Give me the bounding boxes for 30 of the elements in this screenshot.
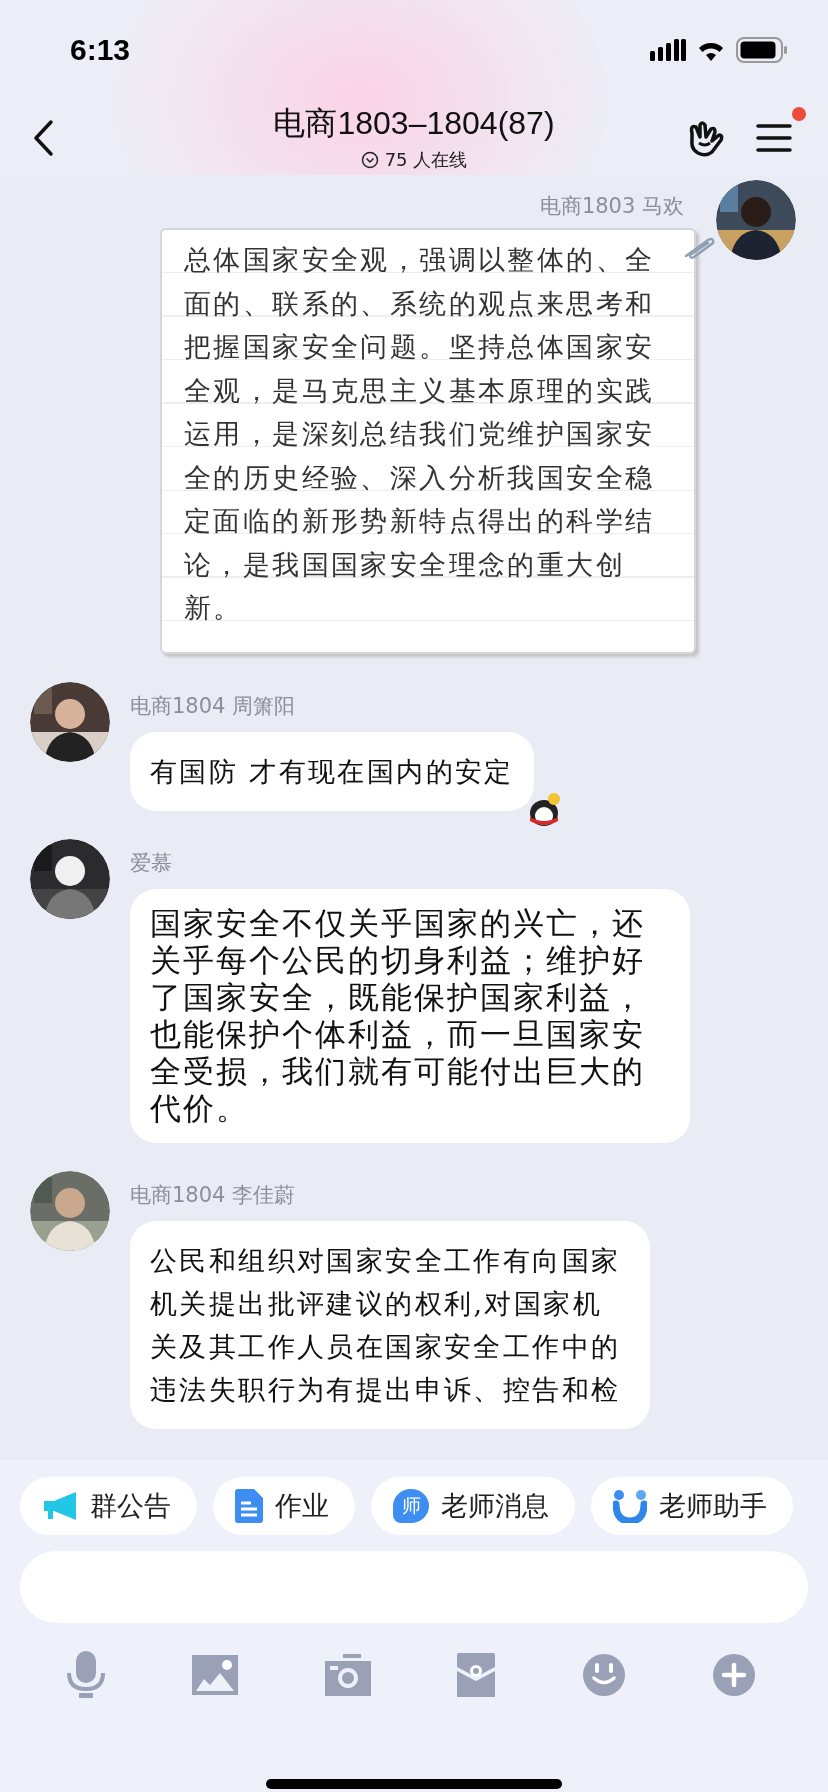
image-icon[interactable] [192,1655,239,1695]
smile-face-icon [613,1489,647,1523]
online-count: 75 人在线 [384,148,468,172]
battery-icon [736,37,788,63]
back-icon[interactable] [32,118,54,157]
document-icon [235,1489,263,1523]
sender-name: 电商1804 周箫阳 [130,692,297,720]
camera-icon[interactable] [324,1654,371,1696]
message-bubble: 国家安全不仅关乎国家的兴亡，还关乎每个公民的切身利益；维护好了国家安全，既能保护国家利益，也能保护个体利益，而一旦国家安全受损，我们就有可能付出巨大的代价。 [130,888,690,1143]
teacher-badge-icon: 师 [393,1489,429,1523]
chevron-circle-icon[interactable] [360,151,379,169]
message-bubble: 公民和组织对国家安全工作有向国家机关提出批评建议的权利,对国家机关及其工作人员在国家安全工作中的违法失职行为有提出申诉、控告和检 [130,1220,650,1429]
sender-name: 爱慕 [130,849,173,877]
quick-action-chip[interactable]: 老师助手 [591,1477,793,1535]
quick-action-chip[interactable]: 作业 [213,1477,355,1535]
message-bubble: 总体国家安全观，强调以整体的、全面的、联系的、系统的观点来思考和把握国家安全问题。坚持总体国家安全观，是马克思主义基本原理的实践运用，是深刻总结我们党维护国家安全的历史经验、深入分析我国安全稳定面临的新形势新特点得出的科学结论，是我国国家安全理念的重大创新。 [160,228,696,654]
quick-action-chip[interactable]: 群公告 [20,1477,197,1535]
emoji-icon[interactable] [581,1653,626,1697]
signal-icon [650,39,686,61]
message-bubble: 有国防 才有现在国内的安定 [130,731,534,811]
microphone-icon[interactable] [66,1651,106,1699]
envelope-icon[interactable] [457,1653,496,1697]
quick-action-chip[interactable]: 师 老师消息 [371,1477,575,1535]
status-time: 6:13 [70,33,131,67]
group-title: 电商1803–1804(87) [273,104,555,143]
sender-name: 电商1803 马欢 [539,193,684,220]
add-icon[interactable] [711,1653,756,1697]
menu-icon[interactable] [756,122,792,153]
sender-name: 电商1804 李佳蔚 [130,1181,297,1209]
megaphone-icon [42,1491,78,1521]
